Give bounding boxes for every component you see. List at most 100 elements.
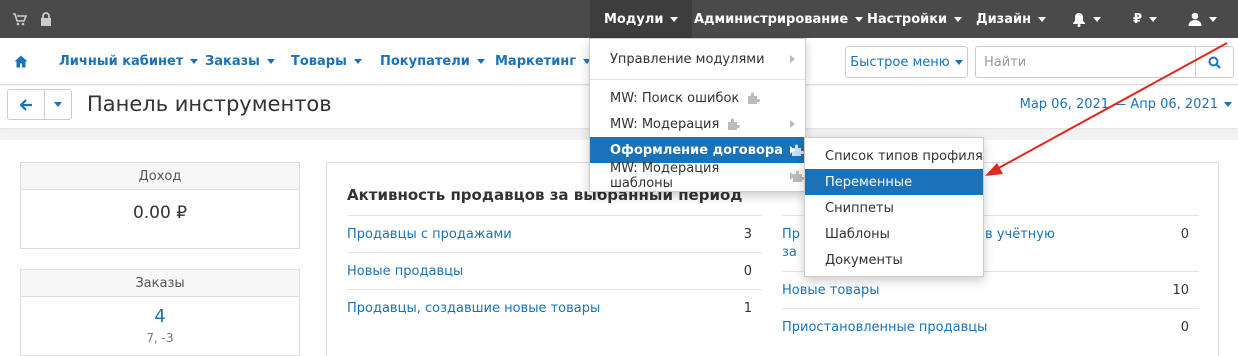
nav-item-label: Покупатели: [380, 54, 470, 69]
page-title: Панель инструментов: [87, 92, 332, 116]
nav-item-label: Заказы: [205, 54, 260, 69]
menu-item-label: MW: Поиск ошибок: [610, 90, 740, 106]
nav-item-label: Товары: [291, 54, 347, 69]
row-value: 0: [1180, 227, 1189, 242]
row-label-end: в учётную: [985, 227, 1055, 242]
table-row: Продавцы с продажами 3: [347, 215, 762, 252]
date-range-label: Мар 06, 2021 — Апр 06, 2021: [1019, 97, 1218, 112]
menu-item-variables[interactable]: Переменные: [805, 169, 983, 195]
currency-button[interactable]: ₽: [1133, 0, 1158, 38]
menu-item-label: Переменные: [825, 174, 913, 190]
top-menu-settings[interactable]: Настройки: [867, 0, 963, 38]
top-menu-design[interactable]: Дизайн: [976, 0, 1047, 38]
orders-value[interactable]: 4: [21, 306, 299, 327]
menu-item-label: Документы: [825, 252, 903, 268]
nav-item-label: Маркетинг: [495, 54, 577, 69]
table-row: Приостановленные продавцы 0: [782, 308, 1199, 345]
table-row: Новые продавцы 0: [347, 252, 762, 289]
quick-menu-label: Быстрое меню: [850, 54, 950, 70]
menu-item-label: MW: Модерация: [610, 116, 720, 132]
back-dropdown-button[interactable]: [44, 89, 72, 120]
chevron-right-icon: [790, 172, 795, 180]
row-label[interactable]: Продавцы, создавшие новые товары: [347, 301, 600, 316]
lock-icon[interactable]: [38, 11, 54, 27]
chevron-down-icon: [190, 59, 199, 64]
chevron-down-icon: [954, 59, 963, 65]
chevron-down-icon: [670, 16, 679, 22]
modules-dropdown-menu: Управление модулями MW: Поиск ошибок MW:…: [589, 38, 806, 192]
puzzle-icon: [747, 92, 761, 104]
table-row: Продавцы, создавшие новые товары 1: [347, 289, 762, 326]
search-icon: [1208, 56, 1221, 69]
chevron-right-icon: [790, 146, 795, 154]
row-value: 0: [743, 263, 752, 279]
chevron-down-icon: [1093, 16, 1101, 22]
nav-item-account[interactable]: Личный кабинет: [59, 38, 199, 85]
arrow-left-icon: [19, 98, 33, 111]
row-label[interactable]: Приостановленные продавцы: [782, 320, 987, 335]
income-label: Доход: [21, 163, 299, 190]
notifications-button[interactable]: [1072, 0, 1101, 38]
chevron-down-icon: [353, 59, 362, 64]
menu-item-manage-modules[interactable]: Управление модулями: [590, 46, 805, 72]
nav-item-marketing[interactable]: Маркетинг: [495, 38, 592, 85]
chevron-down-icon: [954, 16, 963, 22]
menu-item-mw-moderation-templates[interactable]: MW: Модерация шаблоны: [590, 161, 805, 191]
chevron-down-icon: [1038, 16, 1047, 22]
menu-item-label: Шаблоны: [825, 226, 890, 242]
top-menu-label: Настройки: [867, 11, 948, 27]
income-widget: Доход 0.00 ₽: [20, 162, 300, 249]
chevron-down-icon: [855, 16, 864, 22]
quick-menu-button[interactable]: Быстрое меню: [845, 46, 968, 78]
menu-item-mw-moderation[interactable]: MW: Модерация: [590, 111, 805, 137]
search-input[interactable]: [975, 46, 1196, 78]
date-range-picker[interactable]: Мар 06, 2021 — Апр 06, 2021: [1020, 97, 1232, 112]
row-label[interactable]: Продавцы с продажами: [347, 227, 512, 242]
nav-item-customers[interactable]: Покупатели: [380, 38, 485, 85]
cart-icon[interactable]: [12, 11, 28, 27]
top-menu-modules[interactable]: Модули: [590, 0, 693, 38]
nav-item-orders[interactable]: Заказы: [205, 38, 275, 85]
row-label[interactable]: Новые продавцы: [347, 264, 463, 279]
menu-item-label: Оформление договора: [610, 142, 783, 158]
home-button[interactable]: [14, 38, 28, 85]
puzzle-icon: [727, 118, 741, 130]
user-menu-button[interactable]: [1188, 0, 1217, 38]
menu-item-snippets[interactable]: Сниппеты: [805, 195, 983, 221]
row-value: 1: [743, 300, 752, 316]
back-button[interactable]: [7, 89, 45, 120]
home-icon: [14, 55, 28, 68]
chevron-down-icon: [1224, 102, 1232, 107]
top-menu-administration[interactable]: Администрирование: [694, 0, 864, 38]
row-value: 3: [743, 226, 752, 242]
orders-label: Заказы: [21, 270, 299, 297]
top-menu-label: Модули: [604, 11, 664, 27]
orders-change: 7, -3: [146, 331, 174, 345]
nav-item-label: Личный кабинет: [59, 54, 184, 69]
chevron-down-icon: [1149, 16, 1158, 22]
row-label[interactable]: Новые товары: [782, 283, 879, 298]
menu-item-label: Список типов профиля: [825, 148, 983, 164]
search-button[interactable]: [1195, 46, 1234, 78]
user-icon: [1188, 12, 1202, 26]
chevron-down-icon: [1209, 16, 1217, 22]
nav-item-products[interactable]: Товары: [291, 38, 362, 85]
top-menu-label: Дизайн: [976, 11, 1032, 27]
row-value: 0: [1180, 319, 1189, 335]
menu-item-documents[interactable]: Документы: [805, 247, 983, 273]
bell-icon: [1072, 12, 1086, 27]
chevron-right-icon: [790, 120, 795, 128]
contract-design-submenu: Список типов профиля Переменные Сниппеты…: [804, 137, 984, 277]
chevron-right-icon: [790, 55, 795, 63]
row-value: 10: [1172, 282, 1189, 298]
menu-divider: [590, 79, 805, 80]
menu-item-profile-types[interactable]: Список типов профиля: [805, 143, 983, 169]
chevron-down-icon: [476, 59, 485, 64]
chevron-down-icon: [266, 59, 275, 64]
chevron-down-icon: [54, 102, 62, 107]
menu-item-contract-design[interactable]: Оформление договора: [590, 137, 805, 163]
top-bar: Модули Администрирование Настройки Дизай…: [0, 0, 1238, 38]
menu-item-mw-error-search[interactable]: MW: Поиск ошибок: [590, 85, 805, 111]
menu-item-templates[interactable]: Шаблоны: [805, 221, 983, 247]
menu-item-label: MW: Модерация шаблоны: [610, 161, 720, 191]
